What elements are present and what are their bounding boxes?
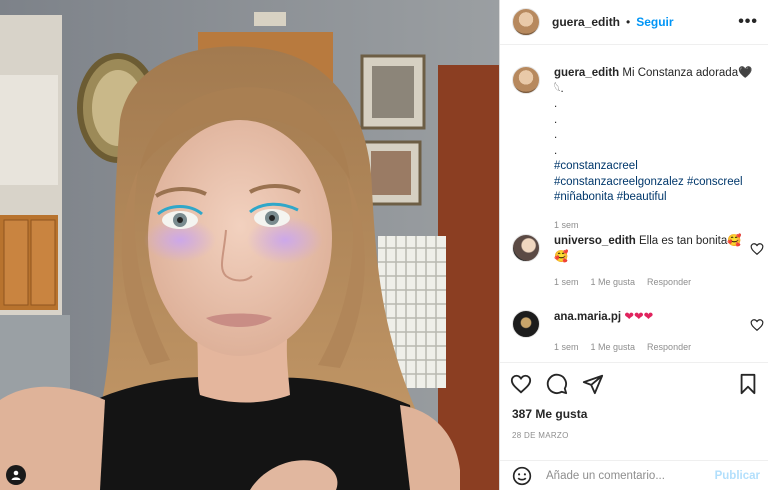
comment-likes[interactable]: 1 Me gusta bbox=[591, 277, 636, 287]
action-icons bbox=[500, 363, 768, 405]
caption-meta: 1 sem bbox=[554, 218, 758, 234]
like-comment-heart-icon[interactable] bbox=[750, 242, 764, 256]
hashtag-link[interactable]: #constanzacreelgonzalez bbox=[554, 176, 684, 188]
commenter-avatar[interactable] bbox=[512, 234, 540, 262]
commenter-avatar[interactable] bbox=[512, 310, 540, 338]
comment-meta: 1 sem 1 Me gusta Responder bbox=[554, 340, 744, 356]
hashtag-link[interactable]: #beautiful bbox=[617, 191, 667, 203]
caption-body: guera_edith Mi Constanza adorada🖤𓆩. . . … bbox=[554, 66, 758, 233]
comment-composer: Publicar bbox=[500, 460, 768, 490]
caption-username[interactable]: guera_edith bbox=[554, 67, 619, 79]
comment-body: ana.maria.pj ❤❤❤ 1 sem 1 Me gusta Responde… bbox=[554, 310, 744, 355]
share-icon[interactable] bbox=[582, 373, 604, 395]
user-tag-icon[interactable] bbox=[6, 465, 26, 485]
comment-item: ana.maria.pj ❤❤❤ 1 sem 1 Me gusta Responde… bbox=[500, 310, 768, 355]
hashtag-link[interactable]: #conscreel bbox=[687, 176, 743, 188]
comment-time[interactable]: 1 sem bbox=[554, 342, 579, 352]
post-header: guera_edith • Seguir ••• bbox=[500, 0, 768, 45]
caption-avatar[interactable] bbox=[512, 66, 540, 94]
comment-body: universo_edith Ella es tan bonita🥰 🥰 1 s… bbox=[554, 234, 744, 291]
publish-button[interactable]: Publicar bbox=[715, 470, 760, 482]
comment-username[interactable]: universo_edith bbox=[554, 235, 636, 247]
user-silhouette bbox=[11, 470, 21, 480]
comment-likes[interactable]: 1 Me gusta bbox=[591, 342, 636, 352]
post-actions: 387 Me gusta 28 DE MARZO bbox=[500, 362, 768, 440]
heart-icon[interactable] bbox=[510, 373, 532, 395]
comment-input[interactable] bbox=[544, 468, 715, 483]
author-avatar[interactable] bbox=[512, 8, 540, 36]
comment-text: Ella es tan bonita🥰 bbox=[639, 235, 742, 247]
caption-dot: . bbox=[554, 129, 558, 141]
emoji-icon[interactable] bbox=[512, 466, 532, 486]
hashtag-link[interactable]: #constanzacreel bbox=[554, 160, 638, 172]
photo-illustration bbox=[0, 0, 499, 490]
hashtag-link[interactable]: #niñabonita bbox=[554, 191, 613, 203]
follow-button[interactable]: Seguir bbox=[636, 15, 673, 29]
like-comment-heart-icon[interactable] bbox=[750, 318, 764, 332]
comment-item: universo_edith Ella es tan bonita🥰 🥰 1 s… bbox=[500, 234, 768, 291]
more-options-icon[interactable]: ••• bbox=[738, 13, 758, 31]
comment-icon[interactable] bbox=[546, 373, 568, 395]
bookmark-icon[interactable] bbox=[738, 373, 758, 395]
comments-section: guera_edith Mi Constanza adorada🖤𓆩. . . … bbox=[500, 44, 768, 362]
likes-count[interactable]: 387 Me gusta bbox=[500, 407, 768, 421]
comment-meta: 1 sem 1 Me gusta Responder bbox=[554, 275, 744, 291]
author-username[interactable]: guera_edith bbox=[552, 15, 620, 29]
comment-text-continued: 🥰 bbox=[554, 250, 569, 263]
caption-dot: . bbox=[554, 98, 558, 110]
comment-text: ❤❤❤ bbox=[624, 311, 654, 323]
post-side-panel: guera_edith • Seguir ••• guera_edith Mi … bbox=[499, 0, 768, 490]
reply-button[interactable]: Responder bbox=[647, 277, 691, 287]
post-photo[interactable] bbox=[0, 0, 499, 490]
caption: guera_edith Mi Constanza adorada🖤𓆩. . . … bbox=[500, 44, 768, 233]
caption-dot: . bbox=[554, 113, 558, 126]
caption-time[interactable]: 1 sem bbox=[554, 220, 579, 230]
separator-dot: • bbox=[626, 15, 631, 29]
comment-username[interactable]: ana.maria.pj bbox=[554, 311, 621, 323]
post-date[interactable]: 28 DE MARZO bbox=[500, 431, 768, 440]
caption-dot: . bbox=[554, 144, 558, 157]
comment-time[interactable]: 1 sem bbox=[554, 277, 579, 287]
reply-button[interactable]: Responder bbox=[647, 342, 691, 352]
